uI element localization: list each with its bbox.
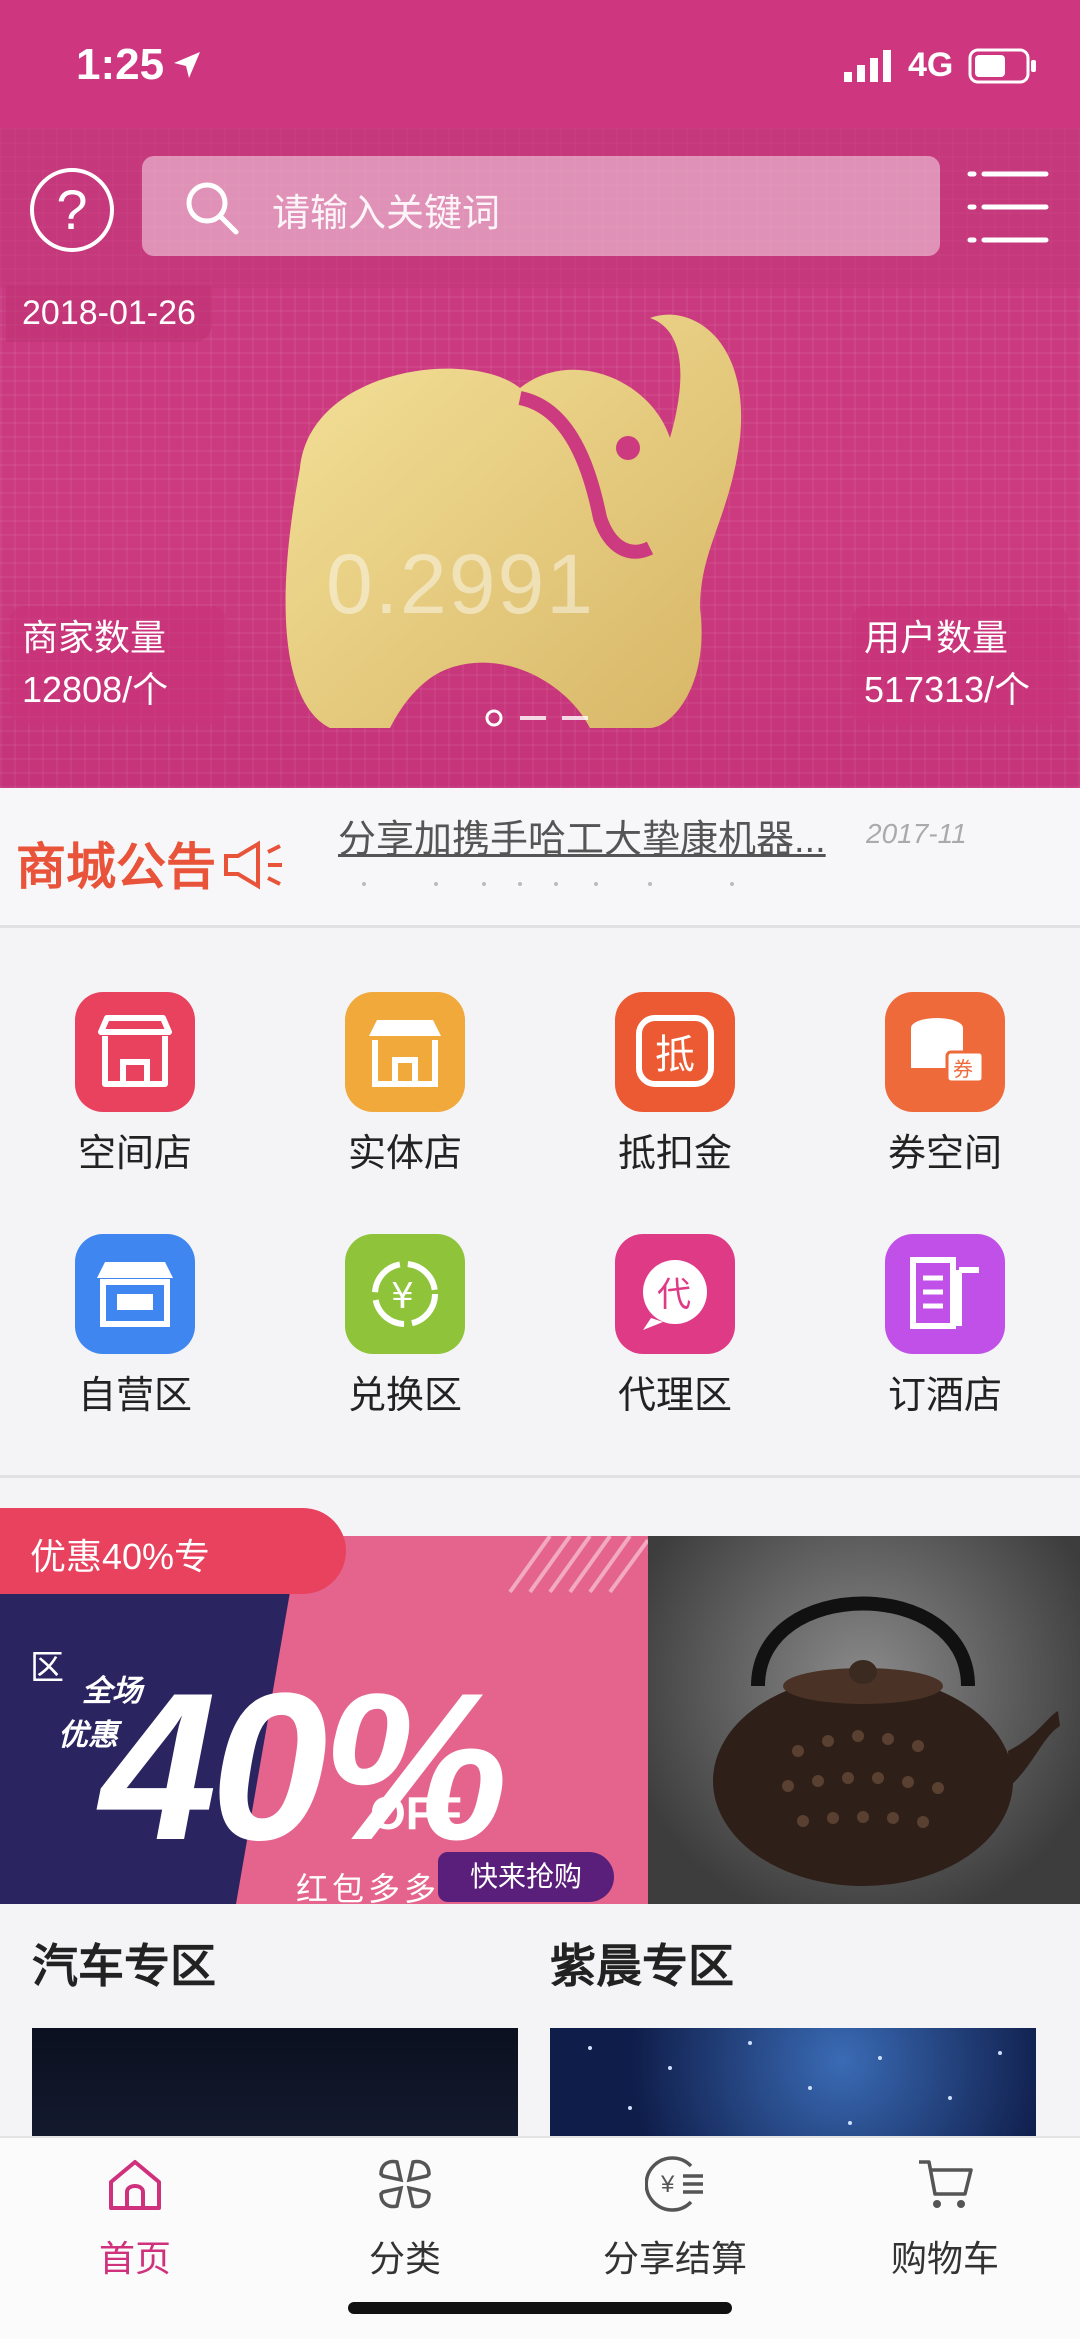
merchant-count-card: 商家数量 12808/个 [10,606,226,724]
announcement-bar[interactable]: 商城公告 分享加携手哈工大挚康机器... 2017-11 [0,788,1080,928]
exchange-yuan-icon: ¥ [345,1234,465,1354]
teapot-image [713,1596,1060,1886]
battery-icon [968,48,1036,84]
agent-chat-icon: 代 [615,1234,735,1354]
svg-text:抵: 抵 [655,1032,695,1078]
question-circle-icon: ? [56,178,88,241]
hotel-building-icon [885,1234,1005,1354]
search-icon [186,182,239,235]
coupon-coins-icon: 券 [885,992,1005,1112]
category-label: 实体店 [347,1133,462,1175]
promo-big-number: 40% [100,1649,508,1884]
category-label: 代理区 [617,1375,732,1417]
svg-text:¥: ¥ [391,1276,414,1317]
category-grid: 空间店 实体店抵抵扣金券券空间 自营区 ¥ 兑换区代代理区 订酒店 [0,932,1080,1478]
category-item[interactable]: 券券空间 [810,932,1080,1175]
category-item[interactable]: 订酒店 [810,1174,1080,1417]
signal-icon [844,50,891,82]
tab-category[interactable]: 分类 [270,2138,540,2288]
svg-text:¥: ¥ [660,2171,675,2198]
merchant-count-label: 商家数量 [22,617,167,658]
category-label: 券空间 [887,1133,1002,1175]
category-label: 自营区 [77,1375,192,1417]
tab-cart-label: 购物车 [890,2238,999,2279]
status-time: 1:25 [76,40,165,89]
zone-title-zichen[interactable]: 紫晨专区 [550,1930,734,1996]
announcement-logo-text: 商城公告 [16,839,216,895]
promo-cta-button[interactable]: 快来抢购 [438,1852,614,1902]
home-indicator[interactable] [348,2302,732,2314]
tab-settlement[interactable]: ¥ 分享结算 [540,2138,810,2288]
search-placeholder: 请输入关键词 [272,193,501,235]
megaphone-icon [224,840,282,890]
category-item[interactable]: 自营区 [0,1174,270,1417]
category-item[interactable]: 空间店 [0,932,270,1175]
category-item[interactable]: 代代理区 [540,1174,810,1417]
category-label: 抵扣金 [617,1133,732,1175]
hero-banner[interactable]: ? 请输入关键词 2018-01-26 0.2991 商家数量 12808/个 … [0,128,1080,788]
user-count-value: 517313/个 [864,669,1031,710]
zone-image-zichen[interactable] [550,2028,1036,2138]
cart-icon [919,2160,973,2208]
shop-awning-icon [345,992,465,1112]
tab-home[interactable]: 首页 [0,2138,270,2288]
promo-product-image[interactable] [648,1536,1080,1904]
hamburger-menu-icon[interactable] [966,168,1050,246]
store-icon [75,992,195,1112]
tab-home-label: 首页 [98,2238,171,2279]
svg-text:券: 券 [953,1057,973,1081]
announcement-title[interactable]: 分享加携手哈工大挚康机器... [338,808,826,863]
self-store-icon [75,1234,195,1354]
zone-title-car[interactable]: 汽车专区 [32,1930,216,1996]
search-input[interactable]: 请输入关键词 [142,156,940,256]
category-label: 订酒店 [887,1375,1002,1417]
svg-text:代: 代 [657,1275,691,1315]
announcement-logo: 商城公告 [16,839,282,895]
hero-price: 0.2991 [326,537,595,631]
carousel-indicator[interactable] [480,708,600,728]
category-label: 兑换区 [347,1375,462,1417]
promo-tag: 优惠40%专 [0,1508,346,1594]
status-bar: 1:25 4G [0,0,1080,128]
home-icon [109,2160,161,2210]
starfield [588,2041,1002,2125]
ticker-dots [362,882,734,886]
tab-cart[interactable]: 购物车 [810,2138,1080,2288]
announcement-date: 2017-11 [866,818,967,849]
category-item[interactable]: ¥ 兑换区 [270,1174,540,1417]
hero-date: 2018-01-26 [6,286,212,342]
category-grid-icon [379,2159,431,2209]
category-item[interactable]: 抵抵扣金 [540,932,810,1175]
tab-settlement-label: 分享结算 [602,2238,747,2279]
network-type: 4G [908,46,954,84]
promo-banner[interactable]: 区 全场 优惠 40% OFF 红包多多 快来抢购 优惠40%专 [0,1508,1080,1904]
location-arrow-icon [174,52,200,78]
search-header: ? 请输入关键词 [0,128,1080,288]
yuan-settle-icon: ¥ [645,2156,703,2212]
user-count-card: 用户数量 517313/个 [852,606,1068,724]
deduct-voucher-icon: 抵 [615,992,735,1112]
help-button[interactable]: ? [30,168,114,252]
zone-image-car[interactable] [32,2028,518,2138]
merchant-count-value: 12808/个 [22,669,169,710]
category-item[interactable]: 实体店 [270,932,540,1175]
user-count-label: 用户数量 [864,617,1009,658]
tab-category-label: 分类 [368,2238,441,2279]
category-label: 空间店 [77,1133,192,1175]
promo-redpacket: 红包多多 [296,1871,441,1904]
promo-off: OFF [370,1787,462,1839]
